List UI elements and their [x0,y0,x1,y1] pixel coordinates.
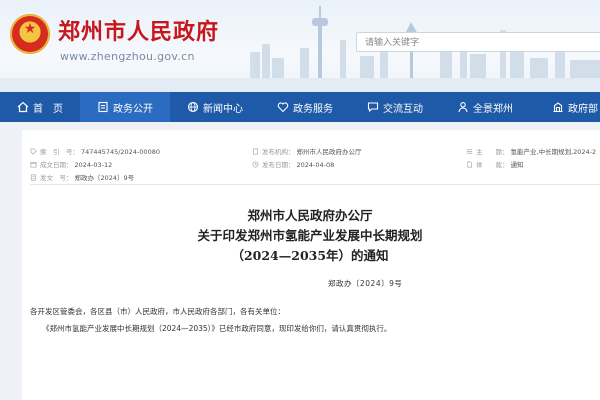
chat-icon [367,102,379,113]
title-line: （2024—2035年）的通知 [231,248,389,263]
nav-label: 交流互动 [383,103,423,115]
nav-item-home[interactable]: 首 页 [0,92,80,122]
meta-label: 发文 号： [40,174,73,182]
search-input[interactable]: 请输入关键字 [356,32,600,52]
calendar-icon [30,161,37,168]
clock-icon [252,161,259,168]
site-header: ★ 郑州市人民政府 www.zhengzhou.gov.cn 请输入关键字 [0,0,600,92]
document-metadata: 索 引 号： 747445745/2024-00080 发布机构： 郑州市人民政府办… [30,142,600,182]
meta-value: 747445745/2024-00080 [81,148,160,156]
meta-label: 发布日期： [262,161,295,169]
nav-item-gov-affairs[interactable]: 政务公开 [80,92,170,122]
meta-label: 索 引 号： [40,148,79,156]
nav-label: 全景郑州 [473,103,513,115]
meta-row: 成文日期： 2024-03-12 发布日期： 2024-04-08 体 裁： 通知 [30,159,600,171]
meta-label: 发布机构： [262,148,295,156]
nav-item-services[interactable]: 政务服务 [260,92,350,122]
national-emblem-logo[interactable]: ★ [10,14,50,54]
document-title: 郑州市人民政府办公厅 关于印发郑州市氢能产业发展中长期规划 （2024—2035… [160,206,460,266]
meta-label: 主 题： [476,148,509,156]
nav-item-interaction[interactable]: 交流互动 [350,92,440,122]
globe-icon [187,101,199,113]
meta-divider [30,184,600,185]
meta-label: 成文日期： [40,161,73,169]
meta-value: 通知 [510,161,524,169]
title-line: 关于印发郑州市氢能产业发展中长期规划 [197,228,423,243]
list-icon [466,149,473,154]
meta-written-date: 成文日期： 2024-03-12 [30,159,112,169]
building-icon [553,102,563,113]
tag-icon [30,148,37,155]
home-icon [17,101,29,113]
meta-value: 2024-04-08 [296,161,335,169]
nav-item-panorama[interactable]: 全景郑州 [440,92,530,122]
meta-value: 氢能产业,中长期规划,2024-2 [510,148,597,156]
document-icon [98,101,108,113]
meta-index-no: 索 引 号： 747445745/2024-00080 [30,146,160,156]
nav-label: 新闻中心 [203,103,243,115]
document-icon [30,174,37,181]
building-icon [252,148,259,155]
main-nav: 首 页 政务公开 新闻中心 政务服务 交流互动 全景郑州 政府部 [0,92,600,122]
meta-label: 体 裁： [476,161,509,169]
nav-label: 政务公开 [113,103,153,115]
body-paragraph: 《郑州市氢能产业发展中长期规划（2024—2035）》已经市政府同意，现印发给你… [42,324,392,333]
meta-doc-type: 体 裁： 通知 [466,159,524,169]
nav-item-departments[interactable]: 政府部 [530,92,600,122]
nav-label: 政府部 [568,103,598,115]
heart-icon [277,102,289,113]
meta-doc-no: 发文 号： 郑政办〔2024〕9号 [30,172,134,182]
site-domain: www.zhengzhou.gov.cn [60,50,195,63]
nav-label: 首 页 [33,103,63,115]
meta-row: 发文 号： 郑政办〔2024〕9号 [30,172,600,184]
document-number: 郑政办〔2024〕9号 [328,279,403,288]
site-title[interactable]: 郑州市人民政府 [58,14,219,46]
meta-value: 郑政办〔2024〕9号 [74,174,135,182]
meta-topic: 主 题： 氢能产业,中长期规划,2024-2 [466,146,596,156]
meta-value: 郑州市人民政府办公厅 [296,148,362,156]
nav-label: 政务服务 [293,103,333,115]
title-line: 郑州市人民政府办公厅 [247,208,373,223]
nav-item-news[interactable]: 新闻中心 [170,92,260,122]
meta-publish-date: 发布日期： 2024-04-08 [252,159,334,169]
file-icon [467,161,473,168]
meta-value: 2024-03-12 [74,161,113,169]
salutation: 各开发区管委会，各区县（市）人民政府，市人民政府各部门，各有关单位： [30,307,285,316]
meta-row: 索 引 号： 747445745/2024-00080 发布机构： 郑州市人民政府办… [30,146,600,158]
meta-issuer: 发布机构： 郑州市人民政府办公厅 [252,146,362,156]
person-icon [458,102,468,113]
